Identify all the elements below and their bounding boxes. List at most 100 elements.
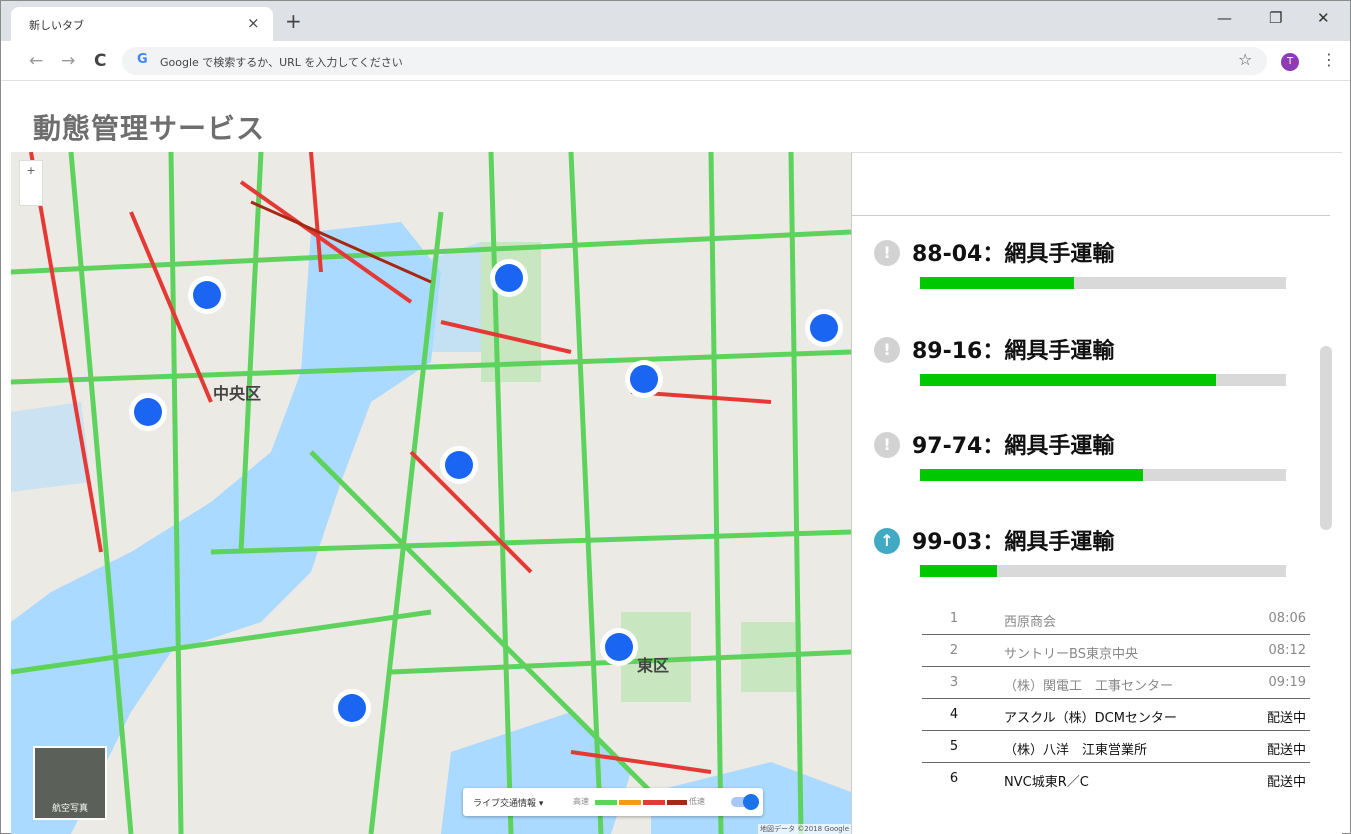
vehicle-panel: ! 88-04：網具手運輸 ! 89-16：網具手運輸 ! 97-74：網具手運… [851, 152, 1342, 834]
progress-fill [920, 374, 1217, 386]
vehicle-marker[interactable] [805, 309, 843, 347]
ward-label-koto: 東区 [637, 656, 670, 675]
progress-fill [920, 469, 1144, 481]
profile-avatar[interactable]: T [1281, 53, 1299, 71]
stop-number: 5 [949, 739, 959, 754]
vehicle-title: 89-16：網具手運輸 [912, 339, 1115, 364]
marker-dot [134, 398, 162, 426]
speed-slow-label: 低速 [689, 797, 705, 806]
bookmark-star-icon[interactable]: ☆ [1238, 50, 1252, 69]
toggle-knob [743, 794, 759, 810]
progress-fill [920, 565, 997, 577]
browser-menu-icon[interactable]: ⋮ [1321, 50, 1337, 69]
vehicle-item-selected[interactable]: ↑ 99-03：網具手運輸 [852, 521, 1312, 591]
vehicle-marker[interactable] [333, 689, 371, 727]
vehicle-item[interactable]: ! 89-16：網具手運輸 [852, 330, 1312, 400]
new-tab-button[interactable]: + [285, 9, 302, 33]
stop-name: （株）関電工 工事センター [1004, 679, 1174, 694]
vehicle-marker[interactable] [600, 628, 638, 666]
stop-number: 1 [949, 611, 959, 626]
page-title: 動態管理サービス [33, 112, 266, 145]
stop-status: 配送中 [1266, 775, 1306, 790]
alert-icon: ! [874, 337, 900, 363]
map-background [11, 152, 851, 834]
map-zoom-control[interactable]: + [19, 160, 43, 206]
ward-label-chuo: 中央区 [213, 384, 262, 403]
tab-close-icon[interactable]: × [247, 14, 260, 32]
traffic-toggle[interactable] [731, 794, 759, 810]
progress-fill [920, 277, 1074, 289]
stop-number: 2 [949, 643, 959, 658]
marker-dot [193, 281, 221, 309]
restore-button[interactable]: ❐ [1269, 9, 1282, 27]
alert-icon: ! [874, 432, 900, 458]
stop-row[interactable]: 5 （株）八洋 江東営業所 配送中 [922, 731, 1310, 763]
vehicle-marker[interactable] [188, 276, 226, 314]
stop-number: 6 [949, 771, 959, 786]
marker-dot [495, 264, 523, 292]
arrow-up-icon: ↑ [874, 528, 900, 554]
vehicle-marker[interactable] [440, 446, 478, 484]
stop-status: 08:06 [1268, 611, 1306, 626]
legend-swatch-slow [643, 800, 665, 805]
back-button[interactable]: ← [29, 51, 43, 71]
marker-dot [630, 365, 658, 393]
vehicle-marker[interactable] [625, 360, 663, 398]
reload-button[interactable]: C [94, 51, 106, 71]
stop-row[interactable]: 1 西原商会 08:06 [922, 603, 1310, 635]
marker-dot [445, 451, 473, 479]
stop-row[interactable]: 6 NVC城東R／C 配送中 [922, 763, 1310, 795]
minimize-button[interactable]: — [1217, 9, 1232, 27]
progress-bar [920, 565, 1286, 577]
stop-name: NVC城東R／C [1004, 775, 1089, 790]
stop-list: 1 西原商会 08:06 2 サントリーBS東京中央 08:12 3 （株）関電… [922, 603, 1310, 795]
vehicle-marker[interactable] [129, 393, 167, 431]
address-bar[interactable]: G Google で検索するか、URL を入力してください [122, 47, 1267, 75]
vehicle-title: 88-04：網具手運輸 [912, 242, 1115, 267]
address-bar-placeholder: Google で検索するか、URL を入力してください [160, 56, 403, 69]
stop-name: 西原商会 [1004, 615, 1057, 630]
browser-window: 新しいタブ × + — ❐ ✕ ← → C G Google で検索するか、UR… [0, 0, 1351, 834]
panel-scrollbar[interactable] [1320, 346, 1332, 530]
marker-dot [605, 633, 633, 661]
satellite-toggle[interactable]: 航空写真 [33, 746, 107, 820]
stop-row[interactable]: 4 アスクル（株）DCMセンター 配送中 [922, 699, 1310, 731]
vehicle-marker[interactable] [490, 259, 528, 297]
tab-title: 新しいタブ [29, 19, 84, 32]
map-credit: 地図データ ©2018 Google [758, 824, 851, 834]
stop-name: サントリーBS東京中央 [1004, 647, 1138, 662]
vehicle-title: 97-74：網具手運輸 [912, 434, 1115, 459]
browser-tab[interactable]: 新しいタブ × [11, 7, 273, 41]
progress-bar [920, 374, 1286, 386]
vehicle-item[interactable]: ! 97-74：網具手運輸 [852, 425, 1312, 495]
legend-swatch-medium [619, 800, 641, 805]
vehicle-title: 99-03：網具手運輸 [912, 530, 1115, 555]
stop-status: 08:12 [1268, 643, 1306, 658]
google-icon: G [137, 52, 148, 67]
stop-number: 3 [949, 675, 959, 690]
stop-status: 配送中 [1266, 711, 1306, 726]
browser-toolbar: ← → C G Google で検索するか、URL を入力してください ☆ T … [1, 41, 1350, 81]
traffic-label[interactable]: ライブ交通情報 ▾ [473, 796, 543, 809]
legend-swatch-stopped [667, 800, 687, 805]
forward-button[interactable]: → [61, 51, 75, 71]
legend-swatch-fast [595, 800, 617, 805]
vehicle-item[interactable]: ! 88-04：網具手運輸 [852, 233, 1312, 303]
speed-fast-label: 高速 [573, 797, 589, 806]
traffic-legend: ライブ交通情報 ▾ 高速 低速 [463, 788, 763, 816]
stop-status: 配送中 [1266, 743, 1306, 758]
stop-row[interactable]: 3 （株）関電工 工事センター 09:19 [922, 667, 1310, 699]
panel-divider [852, 215, 1330, 216]
tab-strip: 新しいタブ × + — ❐ ✕ [1, 1, 1350, 41]
marker-dot [338, 694, 366, 722]
stop-row[interactable]: 2 サントリーBS東京中央 08:12 [922, 635, 1310, 667]
close-window-button[interactable]: ✕ [1317, 9, 1330, 27]
map-view[interactable]: + 中央区 東区 航空写真 ライブ交通情報 ▾ 高速 低速 地図データ ©201… [11, 152, 851, 834]
progress-bar [920, 469, 1286, 481]
stop-number: 4 [949, 707, 959, 722]
stop-name: （株）八洋 江東営業所 [1004, 743, 1148, 758]
progress-bar [920, 277, 1286, 289]
stop-name: アスクル（株）DCMセンター [1004, 711, 1177, 726]
stop-status: 09:19 [1268, 675, 1306, 690]
alert-icon: ! [874, 240, 900, 266]
